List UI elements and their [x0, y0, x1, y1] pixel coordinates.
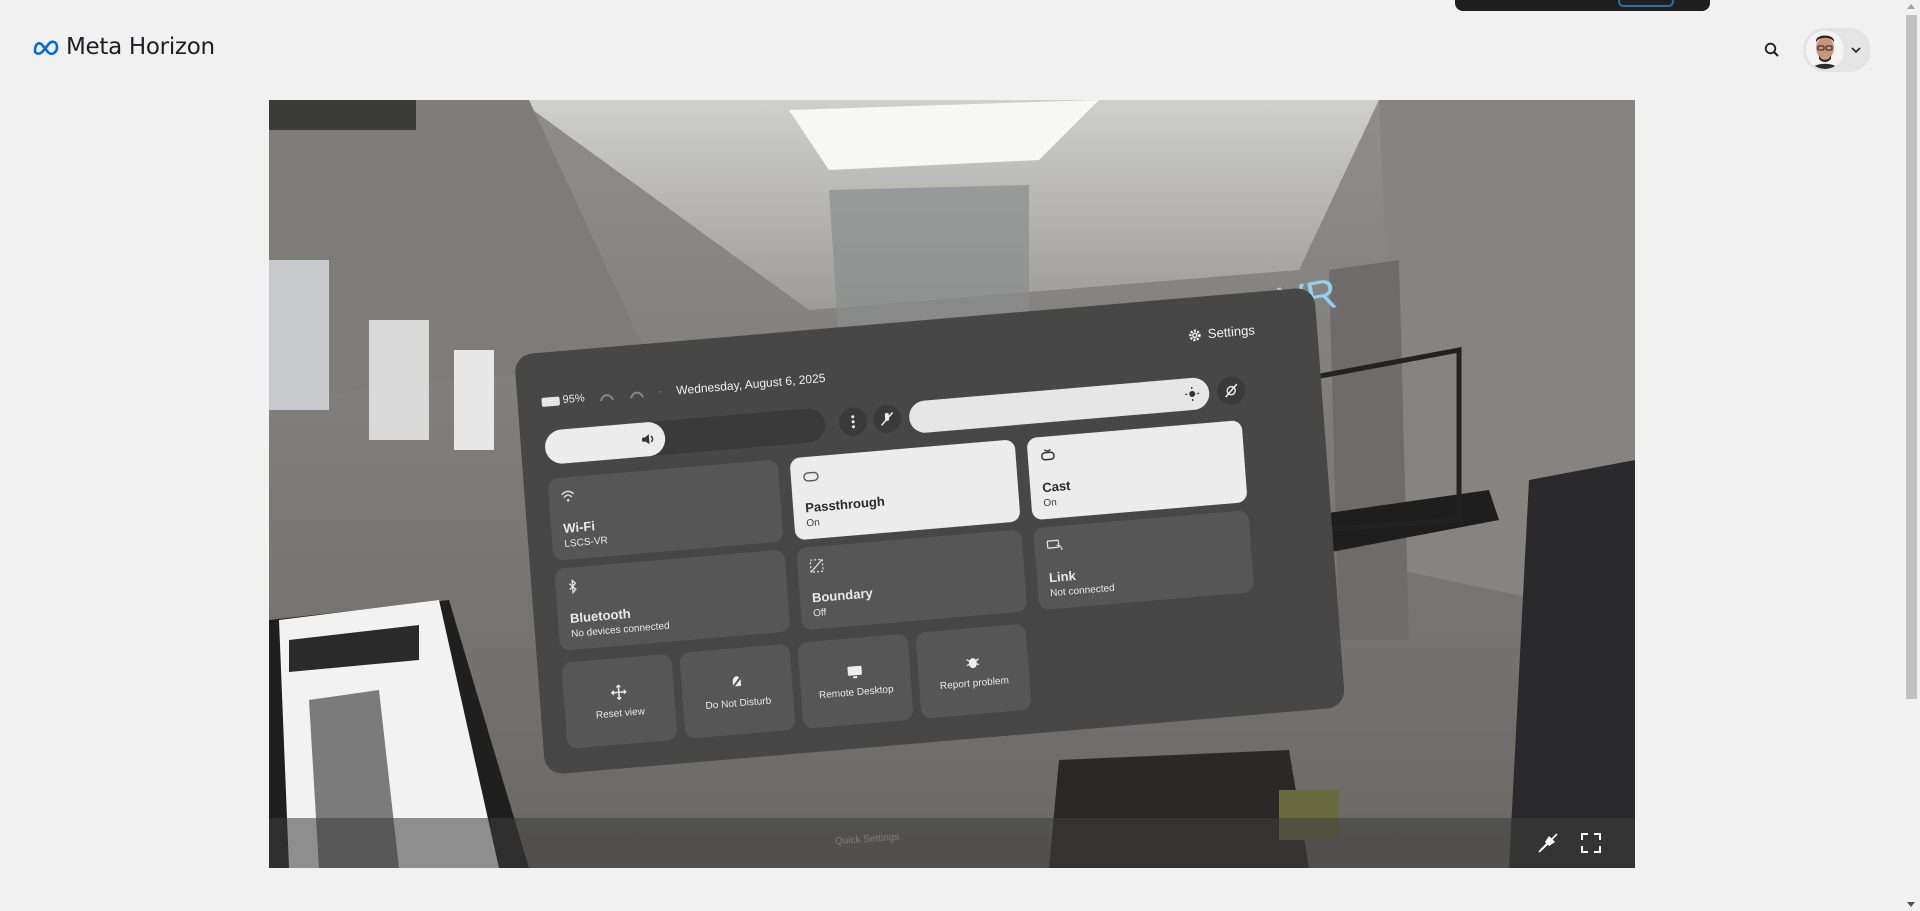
bell-off-icon — [730, 673, 744, 690]
page-scrollbar[interactable] — [1903, 0, 1920, 911]
bug-icon — [966, 657, 980, 668]
scroll-thumb[interactable] — [1906, 15, 1917, 699]
passthrough-tile[interactable]: Passthrough On — [789, 439, 1021, 541]
status-row: 95% · Wednesday, August 6, 2025 — [541, 371, 826, 409]
link-status: Not connected — [1049, 582, 1116, 600]
cast-status: On — [1043, 497, 1058, 510]
avatar — [1806, 31, 1844, 69]
date-label: Wednesday, August 6, 2025 — [675, 370, 826, 398]
mic-off-icon — [1538, 833, 1558, 853]
boundary-icon — [809, 558, 824, 573]
wifi-title: Wi-Fi — [562, 518, 596, 536]
do-not-disturb-label: Do Not Disturb — [705, 694, 772, 712]
fullscreen-button[interactable] — [1576, 828, 1606, 858]
reset-view-button[interactable]: Reset view — [561, 653, 678, 749]
link-title: Link — [1048, 567, 1077, 586]
report-problem-label: Report problem — [939, 674, 1010, 692]
brightness-icon — [1185, 386, 1200, 402]
passthrough-status: On — [806, 517, 821, 530]
quick-settings-overlay: 95% · Wednesday, August 6, 2025 Settings — [269, 100, 1635, 868]
bluetooth-icon — [568, 578, 577, 595]
fullscreen-icon — [1581, 833, 1601, 853]
controller-left-icon — [600, 394, 614, 402]
chevron-down-icon — [1851, 47, 1861, 53]
meta-horizon-logo[interactable]: Meta Horizon — [32, 34, 215, 60]
boundary-title: Boundary — [811, 585, 874, 606]
bluetooth-tile[interactable]: Bluetooth No devices connected — [554, 549, 791, 651]
popup-button[interactable] — [1618, 0, 1674, 7]
report-problem-button[interactable]: Report problem — [915, 623, 1032, 719]
volume-fill — [543, 420, 667, 465]
quick-settings-caption: Quick Settings — [834, 831, 900, 848]
separator-dot: · — [658, 385, 663, 399]
search-button[interactable] — [1760, 38, 1784, 62]
battery-status: 95% — [541, 392, 585, 408]
monitor-icon — [847, 665, 862, 678]
more-options-button[interactable] — [838, 406, 869, 437]
search-icon — [1764, 42, 1779, 57]
cast-title: Cast — [1041, 477, 1071, 496]
mute-audio-button[interactable] — [1533, 828, 1563, 858]
gear-icon — [1189, 329, 1201, 341]
stream-view[interactable]: VR Lone Star XR Lab 95% · Wednesday, Aug… — [269, 100, 1635, 868]
controller-right-icon — [630, 391, 644, 399]
volume-slider[interactable] — [543, 407, 827, 465]
boundary-tile[interactable]: Boundary Off — [796, 529, 1028, 631]
auto-brightness-button[interactable] — [1216, 375, 1247, 406]
reset-view-label: Reset view — [595, 705, 646, 721]
mic-off-icon — [881, 411, 894, 426]
wifi-network: LSCS-VR — [564, 535, 609, 550]
meta-infinity-icon — [33, 40, 59, 55]
scroll-up-arrow[interactable] — [1907, 4, 1915, 9]
speaker-icon — [641, 434, 654, 445]
top-popup — [1455, 0, 1710, 11]
cast-tile[interactable]: Cast On — [1026, 419, 1248, 521]
kebab-menu-icon — [851, 415, 856, 429]
quick-settings-panel: 95% · Wednesday, August 6, 2025 Settings — [514, 287, 1346, 775]
mic-mute-button[interactable] — [872, 403, 903, 435]
bluetooth-title: Bluetooth — [569, 605, 632, 626]
top-bar: Meta Horizon — [0, 0, 1900, 100]
wifi-tile[interactable]: Wi-Fi LSCS-VR — [547, 459, 784, 561]
battery-icon — [541, 395, 561, 407]
remote-desktop-button[interactable]: Remote Desktop — [797, 633, 914, 729]
do-not-disturb-button[interactable]: Do Not Disturb — [679, 643, 796, 739]
brand-name: Meta Horizon — [66, 34, 215, 60]
settings-button[interactable]: Settings — [1187, 322, 1255, 343]
brightness-off-icon — [1225, 383, 1238, 398]
passthrough-title: Passthrough — [804, 493, 886, 516]
headset-icon — [803, 471, 819, 482]
move-icon — [610, 683, 627, 700]
boundary-status: Off — [812, 607, 827, 620]
scroll-down-arrow[interactable] — [1907, 902, 1915, 907]
link-icon — [1046, 539, 1063, 551]
account-menu-button[interactable] — [1803, 28, 1871, 72]
remote-desktop-label: Remote Desktop — [818, 683, 894, 701]
cast-icon — [1041, 448, 1055, 461]
link-tile[interactable]: Link Not connected — [1033, 509, 1255, 611]
user-avatar-icon — [1806, 31, 1844, 69]
wifi-icon — [561, 490, 575, 502]
stream-control-bar: Quick Settings — [269, 818, 1635, 868]
